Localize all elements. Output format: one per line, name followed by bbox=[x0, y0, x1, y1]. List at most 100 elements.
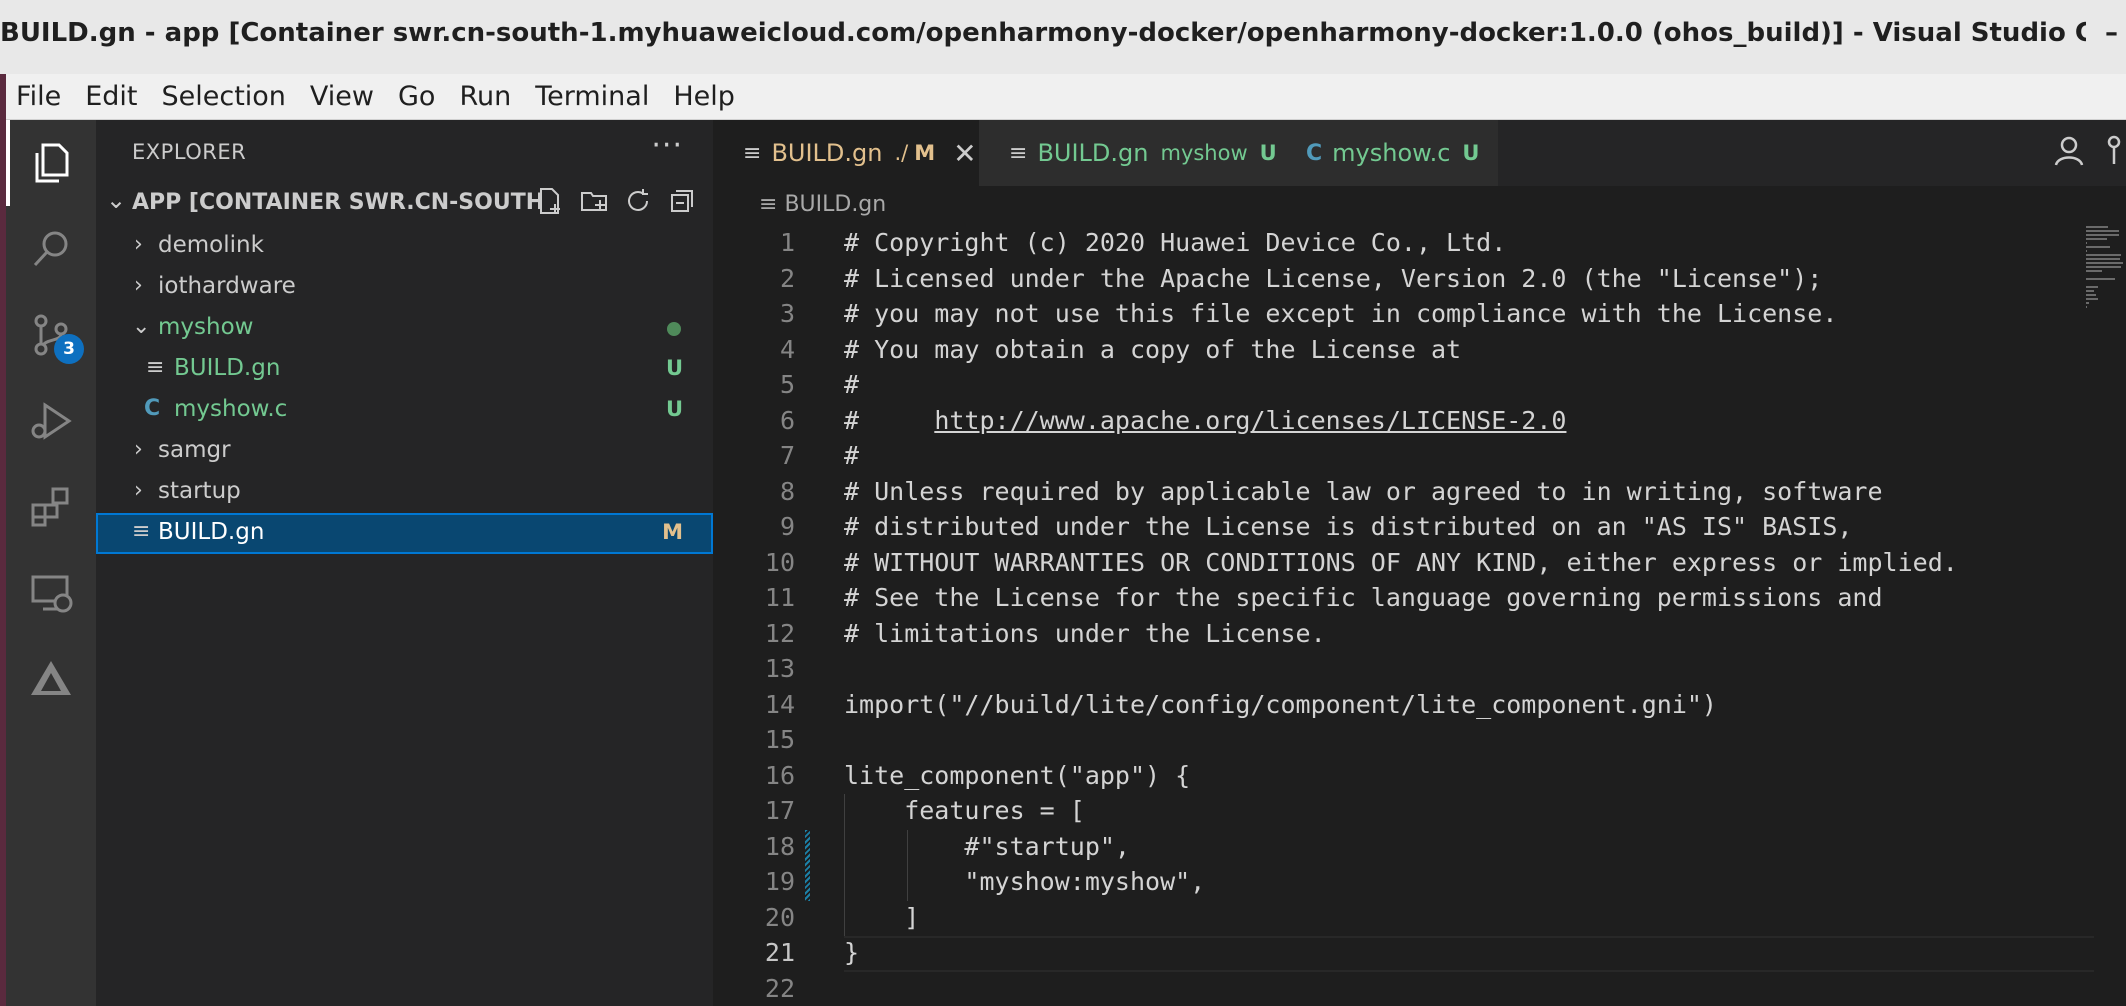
tab-status: U bbox=[1462, 141, 1480, 165]
menu-run[interactable]: Run bbox=[459, 81, 511, 112]
code-text: # bbox=[844, 441, 860, 470]
tab-label: BUILD.gn bbox=[771, 139, 883, 167]
minimap-line bbox=[2086, 298, 2098, 300]
code-line[interactable]: 15 bbox=[713, 723, 2093, 759]
code-line[interactable]: 19 "myshow:myshow", bbox=[713, 865, 2093, 901]
minimap-line bbox=[2086, 242, 2087, 244]
line-number: 13 bbox=[764, 654, 795, 683]
chevron-down-icon: ⌄ bbox=[132, 314, 151, 339]
minimap-line bbox=[2086, 278, 2115, 280]
code-line[interactable]: 20 ] bbox=[713, 901, 2093, 937]
title-bar: BUILD.gn - app [Container swr.cn-south-1… bbox=[0, 0, 2126, 74]
minimap-line bbox=[2086, 266, 2121, 268]
menu-view[interactable]: View bbox=[310, 81, 374, 112]
tree-folder-demolink[interactable]: › demolink bbox=[96, 226, 713, 267]
tree-label: myshow bbox=[158, 314, 254, 340]
code-line[interactable]: 12 # limitations under the License. bbox=[713, 617, 2093, 653]
line-number: 5 bbox=[779, 370, 795, 399]
line-number: 6 bbox=[779, 405, 795, 435]
menu-file[interactable]: File bbox=[16, 81, 61, 112]
code-line[interactable]: 7 # bbox=[713, 439, 2093, 475]
file-lines-icon: ≡ bbox=[132, 519, 151, 544]
run-debug-icon[interactable] bbox=[6, 378, 96, 464]
explorer-sidebar: EXPLORER ··· ⌄ APP [CONTAINER SWR.CN-SOU… bbox=[96, 120, 713, 1006]
line-number: 7 bbox=[779, 441, 795, 470]
tree-label: startup bbox=[158, 478, 241, 504]
code-editor[interactable]: 1 # Copyright (c) 2020 Huawei Device Co.,… bbox=[713, 226, 2126, 1006]
code-line[interactable]: 9 # distributed under the License is dist… bbox=[713, 510, 2093, 546]
code-line[interactable]: 14 import("//build/lite/config/component/… bbox=[713, 688, 2093, 724]
minimap-line bbox=[2086, 290, 2094, 292]
source-control-icon[interactable]: 3 bbox=[6, 292, 96, 378]
chevron-right-icon: › bbox=[134, 437, 143, 462]
code-line[interactable]: 8 # Unless required by applicable law or … bbox=[713, 475, 2093, 511]
code-text: ] bbox=[844, 902, 920, 932]
code-line[interactable]: 17 features = [ bbox=[713, 794, 2093, 830]
menu-selection[interactable]: Selection bbox=[161, 81, 285, 112]
code-line[interactable]: 3 # you may not use this file except in c… bbox=[713, 297, 2093, 333]
tab-label: BUILD.gn bbox=[1037, 139, 1149, 167]
collapse-all-icon[interactable] bbox=[665, 184, 699, 218]
editor-tabs: ≡ BUILD.gn ./ M ✕ ≡ BUILD.gn myshow U C … bbox=[713, 120, 2126, 186]
line-number: 8 bbox=[779, 476, 795, 506]
minimap-line bbox=[2086, 230, 2119, 232]
tab-myshow-c[interactable]: C myshow.c U bbox=[1276, 120, 1498, 186]
tree-file-myshow-c[interactable]: C myshow.c U bbox=[96, 390, 713, 431]
tree-label: myshow.c bbox=[174, 396, 288, 422]
code-line[interactable]: 6 # http://www.apache.org/licenses/LICENS… bbox=[713, 404, 2093, 440]
git-compare-icon[interactable] bbox=[2106, 134, 2126, 172]
code-line[interactable]: 18 #"startup", bbox=[713, 830, 2093, 866]
tree-folder-myshow[interactable]: ⌄ myshow bbox=[96, 308, 713, 349]
minimap-line bbox=[2086, 250, 2087, 252]
tree-label: BUILD.gn bbox=[174, 355, 281, 381]
minimap-line bbox=[2086, 294, 2096, 296]
line-number: 2 bbox=[779, 263, 795, 293]
code-line[interactable]: 11 # See the License for the specific lan… bbox=[713, 581, 2093, 617]
minimap[interactable] bbox=[2086, 226, 2126, 308]
line-number: 9 bbox=[779, 512, 795, 541]
code-line[interactable]: 1 # Copyright (c) 2020 Huawei Device Co.,… bbox=[713, 226, 2093, 262]
code-line[interactable]: 5 # bbox=[713, 368, 2093, 404]
tree-folder-startup[interactable]: › startup bbox=[96, 472, 713, 513]
refresh-icon[interactable] bbox=[621, 184, 655, 218]
tab-build-gn-myshow[interactable]: ≡ BUILD.gn myshow U bbox=[979, 120, 1277, 186]
minimize-button[interactable]: – bbox=[2105, 18, 2118, 48]
code-text: import("//build/lite/config/component/li… bbox=[844, 689, 1717, 719]
new-file-icon[interactable] bbox=[533, 184, 567, 218]
extensions-icon[interactable] bbox=[6, 464, 96, 550]
close-icon[interactable]: ✕ bbox=[953, 137, 976, 170]
search-icon[interactable] bbox=[6, 206, 96, 292]
tree-folder-iothardware[interactable]: › iothardware bbox=[96, 267, 713, 308]
deveco-icon[interactable] bbox=[6, 636, 96, 722]
line-number: 1 bbox=[779, 228, 795, 257]
code-line[interactable]: 2 # Licensed under the Apache License, Ve… bbox=[713, 262, 2093, 298]
license-link[interactable]: http://www.apache.org/licenses/LICENSE-2… bbox=[934, 406, 1566, 435]
tree-folder-samgr[interactable]: › samgr bbox=[96, 431, 713, 472]
remote-explorer-icon[interactable] bbox=[6, 550, 96, 636]
more-actions-icon[interactable]: ··· bbox=[651, 128, 683, 163]
menu-terminal[interactable]: Terminal bbox=[535, 81, 649, 112]
breadcrumb-file[interactable]: ≡ BUILD.gn bbox=[759, 192, 886, 217]
tree-file-myshow-build-gn[interactable]: ≡ BUILD.gn U bbox=[96, 349, 713, 390]
workspace-section[interactable]: ⌄ APP [CONTAINER SWR.CN-SOUTH-1.M... bbox=[96, 182, 713, 222]
code-line[interactable]: 22 bbox=[713, 972, 2093, 1006]
menu-bar: File Edit Selection View Go Run Terminal… bbox=[6, 74, 2126, 120]
code-line[interactable]: 13 bbox=[713, 652, 2093, 688]
code-line[interactable]: 10 # WITHOUT WARRANTIES OR CONDITIONS OF … bbox=[713, 546, 2093, 582]
account-icon[interactable] bbox=[2052, 134, 2086, 172]
line-number: 3 bbox=[779, 299, 795, 328]
line-number: 20 bbox=[764, 902, 795, 932]
tree-file-build-gn[interactable]: ≡ BUILD.gn M bbox=[96, 513, 713, 554]
line-number: 11 bbox=[764, 583, 795, 612]
code-line[interactable]: 21} bbox=[713, 936, 2093, 972]
menu-edit[interactable]: Edit bbox=[85, 81, 137, 112]
menu-help[interactable]: Help bbox=[673, 81, 735, 112]
menu-go[interactable]: Go bbox=[398, 81, 435, 112]
code-line[interactable]: 4 # You may obtain a copy of the License … bbox=[713, 333, 2093, 369]
explorer-icon[interactable] bbox=[6, 120, 96, 206]
code-line[interactable]: 16 lite_component("app") { bbox=[713, 759, 2093, 795]
new-folder-icon[interactable] bbox=[577, 184, 611, 218]
tab-build-gn-root[interactable]: ≡ BUILD.gn ./ M ✕ bbox=[713, 120, 979, 186]
line-number: 19 bbox=[764, 867, 795, 896]
minimap-line bbox=[2086, 234, 2119, 236]
